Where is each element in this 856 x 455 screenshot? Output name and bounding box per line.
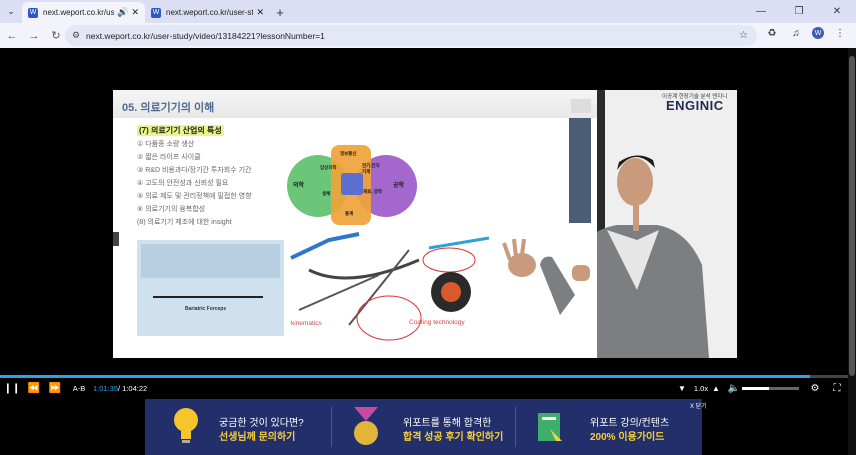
total-time: / 1:04:22 — [118, 384, 148, 393]
volume-slider[interactable] — [742, 387, 799, 390]
volume-fill — [742, 387, 770, 390]
window-controls: — ❐ ✕ — [742, 0, 856, 23]
slide-logo — [571, 99, 591, 113]
close-window-icon[interactable]: ✕ — [818, 0, 856, 23]
slide-side-tab — [113, 232, 119, 246]
brand-logo: ENGINIC — [666, 98, 724, 113]
fullscreen-icon[interactable]: ⛶ — [830, 381, 844, 396]
forceps-detail-strip — [141, 244, 280, 278]
forceps-photo: Bariatric Forceps — [137, 240, 284, 336]
speaker-icon[interactable]: 🔊 — [117, 7, 128, 18]
pause-button[interactable]: ❙❙ — [4, 381, 21, 396]
banner-line2: 선생님께 문의하기 — [219, 432, 296, 443]
bullet-item: (8) 의료기기 제조에 대한 insight — [137, 219, 232, 226]
address-bar[interactable]: ⚙ ☆ — [65, 25, 757, 46]
minimize-icon[interactable]: — — [742, 0, 780, 23]
banner-line2: 합격 성공 후기 확인하기 — [403, 432, 504, 443]
tab-title: next.weport.co.kr/user-study/ — [166, 8, 254, 17]
current-time: 1:01:35 — [93, 384, 119, 393]
venn-label-mid-left: 임상의학 — [320, 165, 337, 170]
banner-item-guide[interactable]: 위포트 강의/컨텐츠 200% 이용가이드 — [516, 399, 702, 455]
speed-down-icon[interactable]: ▼ — [677, 381, 687, 396]
banner-line2: 200% 이용가이드 — [590, 432, 665, 443]
kinematics-label: kinematics — [291, 320, 322, 327]
bookmark-star-icon[interactable]: ☆ — [739, 30, 757, 41]
venn-label-center: 재료, 광학 — [363, 189, 383, 194]
rewind-button[interactable]: ⏪ — [27, 381, 41, 396]
page-scrollbar[interactable] — [848, 48, 856, 455]
bullet-item: ⑥ 의료기기의 융복합성 — [137, 206, 206, 213]
venn-diagram: 의학 공학 정보통신 임상의학 전기,전자 기계 재료, 광학 생체 통계 — [287, 145, 417, 225]
slide-section-heading: (7) 의료기기 산업의 특성 — [137, 125, 224, 136]
venn-center-image — [341, 173, 363, 195]
slide-bullet-list: ① 다품종 소량 생산 ② 짧은 라이프 사이클 ③ R&D 비용과다/장기간 … — [137, 138, 252, 229]
book-icon — [538, 413, 562, 441]
scrollbar-thumb[interactable] — [849, 56, 855, 376]
banner-line1: 위포트를 통해 합격한 — [403, 418, 492, 429]
presenter-figure — [503, 90, 709, 358]
venn-label-mid-right: 전기,전자 기계 — [362, 163, 380, 174]
bullet-item: ② 짧은 라이프 사이클 — [137, 154, 201, 161]
restore-icon[interactable]: ❐ — [780, 0, 818, 23]
speed-label: 1.0x — [693, 384, 709, 393]
new-tab-button[interactable]: + — [270, 2, 290, 23]
tab-close-icon[interactable]: ✕ — [131, 7, 139, 18]
ab-repeat-button[interactable]: A-B — [70, 381, 88, 396]
coating-label: Coating technology — [409, 319, 465, 326]
weport-favicon-icon: W — [28, 7, 38, 18]
url-input[interactable] — [86, 30, 739, 41]
bullet-item: ③ R&D 비용과다/장기간 투자회수 기간 — [137, 167, 252, 174]
volume-icon[interactable]: 🔈 — [728, 381, 740, 396]
tab-strip: ⌄ W next.weport.co.kr/user-stu 🔊 ✕ W nex… — [0, 0, 856, 23]
settings-gear-icon[interactable]: ⚙ — [808, 381, 822, 396]
banner-close-button[interactable]: X 닫기 — [690, 401, 707, 410]
venn-label-bottom: 통계 — [345, 211, 354, 216]
tab-title: next.weport.co.kr/user-stu — [43, 8, 115, 17]
surgical-device-images — [290, 232, 490, 341]
lecture-slide: 05. 의료기기의 이해 (7) 의료기기 산업의 특성 ① 다품종 소량 생산… — [113, 90, 597, 358]
forceps-caption: Bariatric Forceps — [185, 306, 227, 312]
weport-favicon-icon: W — [151, 7, 161, 18]
browser-toolbar: ← → ↻ ⚙ ☆ ♻ ♫ W ⋮ — [0, 23, 856, 48]
profile-avatar[interactable]: W — [812, 27, 824, 39]
extensions-icon[interactable]: ♻ — [764, 28, 780, 39]
fast-forward-button[interactable]: ⏩ — [48, 381, 62, 396]
venn-label-left: 의학 — [293, 183, 305, 189]
whiteboard-toolbar — [569, 118, 591, 223]
banner-line1: 위포트 강의/컨텐츠 — [590, 418, 670, 429]
tab-search-icon[interactable]: ⌄ — [0, 0, 22, 23]
bullet-item: ① 다품종 소량 생산 — [137, 141, 195, 148]
bullet-item: ④ 고도의 안전성과 신뢰성 필요 — [137, 180, 229, 187]
forward-icon[interactable]: → — [24, 26, 44, 46]
lightbulb-icon — [174, 408, 198, 443]
banner-item-reviews[interactable]: 위포트를 통해 합격한 합격 성공 후기 확인하기 — [332, 399, 515, 455]
banner-line1: 궁금한 것이 있다면? — [219, 418, 304, 429]
player-controls: ❙❙ ⏪ ⏩ A-B 1:01:35 / 1:04:22 ▼ 1.0x ▲ 🔈 … — [0, 378, 848, 399]
presenter-hands — [502, 238, 590, 315]
promo-banner: 궁금한 것이 있다면? 선생님께 문의하기 위포트를 통해 합격한 합격 성공 … — [145, 399, 702, 455]
venn-label-right: 공학 — [393, 183, 405, 189]
slide-title: 05. 의료기기의 이해 — [122, 102, 215, 114]
medal-icon — [354, 407, 378, 445]
menu-kebab-icon[interactable]: ⋮ — [832, 28, 848, 39]
reload-icon[interactable]: ↻ — [46, 26, 66, 46]
presenter-video — [503, 90, 737, 358]
bullet-item: ⑤ 의료 제도 및 관리정책에 밀접한 영향 — [137, 193, 252, 200]
media-controls-icon[interactable]: ♫ — [788, 28, 804, 39]
tab-inactive[interactable]: W next.weport.co.kr/user-study/ ✕ — [145, 2, 270, 23]
tab-close-icon[interactable]: ✕ — [256, 7, 264, 18]
venn-label-top: 정보통신 — [340, 151, 357, 156]
site-info-icon[interactable]: ⚙ — [72, 30, 86, 41]
forceps-shaft — [153, 296, 263, 298]
banner-item-inquiry[interactable]: 궁금한 것이 있다면? 선생님께 문의하기 — [145, 399, 331, 455]
speed-up-icon[interactable]: ▲ — [711, 381, 721, 396]
back-icon[interactable]: ← — [2, 26, 22, 46]
venn-label-bottom-left: 생체 — [322, 191, 331, 196]
tab-active[interactable]: W next.weport.co.kr/user-stu 🔊 ✕ — [22, 2, 145, 23]
